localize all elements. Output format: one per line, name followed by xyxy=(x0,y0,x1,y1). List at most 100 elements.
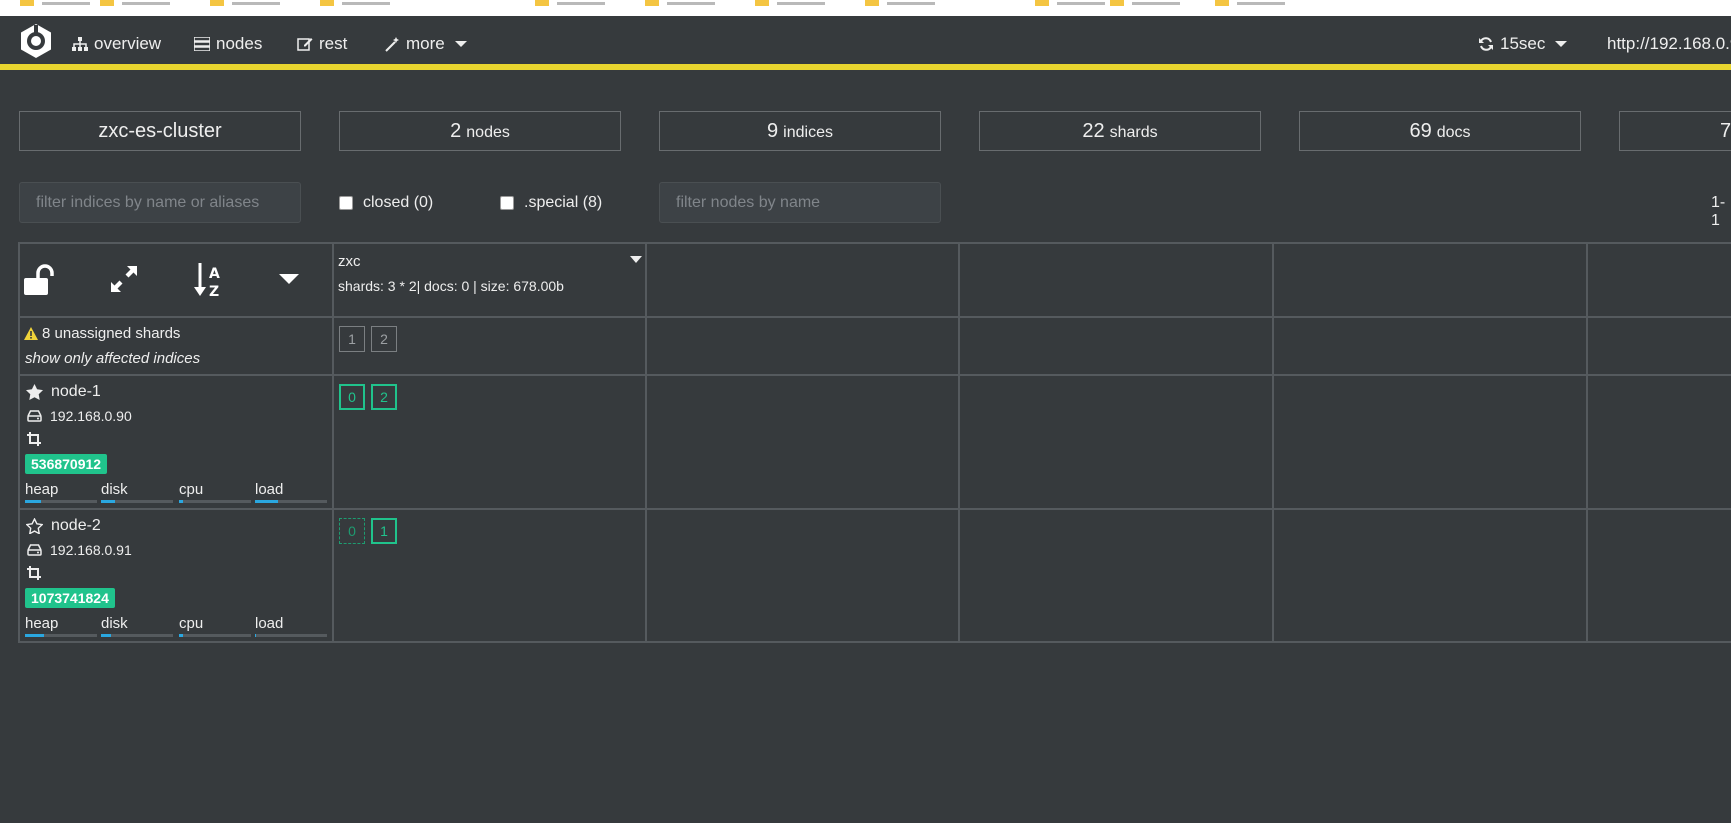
shard-initializing[interactable]: 0 xyxy=(339,518,365,544)
chevron-down-icon xyxy=(1555,41,1568,47)
size-box: 7 xyxy=(1619,111,1731,151)
special-checkbox[interactable]: .special (8) xyxy=(500,194,602,212)
star-filled-icon xyxy=(26,384,43,400)
server-icon xyxy=(194,37,210,51)
magic-icon xyxy=(385,37,399,52)
unassigned-shard[interactable]: 1 xyxy=(339,326,365,352)
hdd-icon xyxy=(27,410,42,422)
metric-heap-label: heap xyxy=(25,615,59,632)
sort-alpha-icon[interactable]: A Z xyxy=(194,262,228,298)
special-checkbox-box[interactable] xyxy=(500,196,514,210)
bookmark[interactable] xyxy=(100,0,170,6)
bookmark[interactable] xyxy=(645,0,715,6)
node-jvm-badge: 536870912 xyxy=(25,454,108,474)
node-2-name[interactable]: node-2 xyxy=(26,517,101,535)
unassigned-shard[interactable]: 2 xyxy=(371,326,397,352)
unlock-icon[interactable] xyxy=(24,264,58,296)
bookmark[interactable] xyxy=(20,0,90,6)
indices-count: 9 xyxy=(767,119,779,142)
svg-text:Z: Z xyxy=(209,284,219,298)
nav-rest[interactable]: rest xyxy=(297,34,347,54)
bookmark[interactable] xyxy=(320,0,390,6)
accent-stripe xyxy=(0,64,1731,70)
node-name-label: node-1 xyxy=(51,383,101,400)
cpu-bar xyxy=(179,634,251,637)
node-ip-label: 192.168.0.90 xyxy=(50,408,132,424)
grid-line xyxy=(18,374,1731,376)
grid-line xyxy=(18,641,1731,643)
bookmark[interactable] xyxy=(1215,0,1285,6)
refresh-icon xyxy=(1479,37,1493,51)
host-url-label: http://192.168.0.9 xyxy=(1607,34,1731,53)
grid-line xyxy=(645,242,647,643)
load-bar xyxy=(255,500,327,503)
grid-line xyxy=(18,316,1731,318)
nav-overview[interactable]: overview xyxy=(72,34,161,54)
nav-more[interactable]: more xyxy=(384,34,467,54)
grid-line xyxy=(1586,242,1588,643)
indices-count-label: indices xyxy=(783,124,833,141)
grid-line xyxy=(1272,242,1274,643)
grid-line xyxy=(18,242,20,643)
crop-icon xyxy=(27,566,41,580)
metric-cpu-label: cpu xyxy=(179,481,204,498)
chevron-down-icon xyxy=(454,41,467,47)
size-value: 7 xyxy=(1720,119,1731,142)
bookmark[interactable] xyxy=(755,0,825,6)
show-affected-indices-link[interactable]: show only affected indices xyxy=(25,350,200,367)
shards-count-box: 22 shards xyxy=(979,111,1261,151)
cerebro-logo-icon[interactable] xyxy=(18,23,54,59)
bookmarks-bar xyxy=(0,0,1731,16)
bookmark[interactable] xyxy=(210,0,280,6)
cluster-name-box: zxc-es-cluster xyxy=(19,111,301,151)
expand-icon[interactable] xyxy=(109,264,139,294)
star-outline-icon xyxy=(26,518,43,534)
warning-icon xyxy=(24,327,38,340)
bookmark[interactable] xyxy=(865,0,935,6)
nav-nodes-label: nodes xyxy=(216,34,263,53)
shard[interactable]: 0 xyxy=(339,384,365,410)
bookmark[interactable] xyxy=(535,0,605,6)
crop-icon xyxy=(27,432,41,446)
grid-line xyxy=(18,242,1731,244)
metric-heap-label: heap xyxy=(25,481,59,498)
cpu-bar-fill xyxy=(179,500,184,503)
grid-line xyxy=(332,242,334,643)
caret-down-icon[interactable] xyxy=(279,274,299,284)
filter-nodes-input[interactable] xyxy=(659,182,941,223)
heap-bar xyxy=(25,634,97,637)
metric-disk-label: disk xyxy=(101,615,128,632)
shard[interactable]: 1 xyxy=(371,518,397,544)
index-meta: shards: 3 * 2| docs: 0 | size: 678.00b xyxy=(338,278,564,294)
pagination: 1-1 xyxy=(1711,194,1726,229)
closed-checkbox-label: closed (0) xyxy=(363,194,434,211)
node-1-name[interactable]: node-1 xyxy=(26,383,101,401)
index-name[interactable]: zxc xyxy=(338,253,361,270)
bookmark[interactable] xyxy=(1110,0,1180,6)
index-menu-caret-icon[interactable] xyxy=(630,256,642,263)
nodes-count-label: nodes xyxy=(466,124,510,141)
node-ip-label: 192.168.0.91 xyxy=(50,542,132,558)
nav-more-label: more xyxy=(406,34,445,53)
cluster-name: zxc-es-cluster xyxy=(98,119,222,142)
shard[interactable]: 2 xyxy=(371,384,397,410)
node-name-label: node-2 xyxy=(51,517,101,534)
edit-icon xyxy=(297,38,313,51)
cpu-bar-fill xyxy=(179,634,184,637)
load-bar-fill xyxy=(255,634,257,637)
disk-bar-fill xyxy=(101,634,112,637)
nav-nodes[interactable]: nodes xyxy=(194,34,262,54)
closed-checkbox[interactable]: closed (0) xyxy=(339,194,433,212)
hdd-icon xyxy=(27,544,42,556)
bookmark[interactable] xyxy=(1035,0,1105,6)
metric-load-label: load xyxy=(255,615,284,632)
metric-cpu-label: cpu xyxy=(179,615,204,632)
filter-indices-input[interactable] xyxy=(19,182,301,223)
disk-bar xyxy=(101,500,173,503)
special-checkbox-label: .special (8) xyxy=(524,194,603,211)
heap-bar-fill xyxy=(25,500,41,503)
host-url[interactable]: http://192.168.0.9 xyxy=(1607,34,1731,54)
closed-checkbox-box[interactable] xyxy=(339,196,353,210)
refresh-interval-dropdown[interactable]: 15sec xyxy=(1478,34,1568,54)
shards-count: 22 xyxy=(1082,119,1105,142)
